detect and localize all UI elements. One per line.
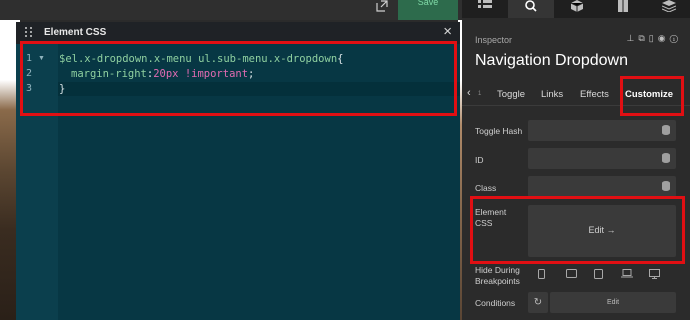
pin-icon[interactable]: ⊥ (626, 33, 638, 43)
database-icon[interactable] (662, 125, 670, 135)
chevron-left-icon[interactable]: ‹ (467, 87, 471, 99)
conditions-label: Conditions (475, 298, 516, 308)
phone-icon[interactable] (538, 269, 545, 281)
toggle-hash-label: Toggle Hash (475, 126, 523, 136)
list-icon[interactable] (462, 0, 508, 18)
element-title: Navigation Dropdown (475, 52, 628, 69)
inspector-label: Inspector (475, 35, 513, 45)
tab-effects[interactable]: Effects (580, 89, 609, 100)
trash-icon[interactable]: ▯ (649, 33, 658, 43)
hide-during-label: Hide During Breakpoints (475, 265, 520, 287)
drag-handle-icon[interactable] (25, 27, 34, 38)
close-icon[interactable]: × (443, 24, 452, 40)
inspector-toolbar: ⊥⧉▯◉ⓘ (626, 33, 682, 44)
hide-during-label-line1: Hide During (475, 265, 520, 275)
desktop-icon[interactable] (649, 269, 660, 281)
cube-icon[interactable] (554, 0, 600, 18)
database-icon[interactable] (662, 181, 670, 191)
class-input[interactable] (528, 176, 676, 197)
info-icon[interactable]: ⓘ (670, 33, 682, 43)
export-icon[interactable] (372, 0, 392, 18)
toggle-hash-input[interactable] (528, 120, 676, 141)
eye-icon[interactable]: ◉ (658, 33, 670, 43)
breakpoint-toggles (528, 264, 676, 284)
search-icon[interactable] (508, 0, 554, 18)
copy-icon[interactable]: ⧉ (638, 33, 648, 43)
highlight-box (620, 76, 684, 116)
highlight-box (20, 41, 457, 116)
id-input[interactable] (528, 148, 676, 169)
builder-topbar (0, 0, 462, 20)
screen: Save Element CSS × 1 ▼ 2 3 $el.x-dropdow… (0, 0, 690, 320)
class-label: Class (475, 183, 497, 193)
tab-toggle[interactable]: Toggle (497, 89, 525, 100)
tab-links[interactable]: Links (541, 89, 563, 100)
conditions-edit-button[interactable]: Edit (550, 292, 676, 313)
laptop-icon[interactable] (621, 269, 633, 280)
layers-icon[interactable] (646, 0, 690, 18)
inspector-top-tabs (462, 0, 690, 18)
subtab-hint: 1 (478, 91, 482, 97)
highlight-box (470, 196, 685, 264)
inspector-panel: Inspector ⊥⧉▯◉ⓘ Navigation Dropdown ‹ 1 … (462, 0, 690, 320)
tablet-portrait-icon[interactable] (566, 269, 577, 280)
id-label: ID (475, 155, 484, 165)
tablet-icon[interactable] (594, 269, 603, 281)
editor-title: Element CSS (44, 27, 107, 38)
document-icon[interactable] (600, 0, 646, 18)
save-button[interactable]: Save (398, 0, 458, 20)
refresh-icon[interactable]: ↻ (528, 292, 548, 313)
database-icon[interactable] (662, 153, 670, 163)
hide-during-label-line2: Breakpoints (475, 276, 520, 286)
